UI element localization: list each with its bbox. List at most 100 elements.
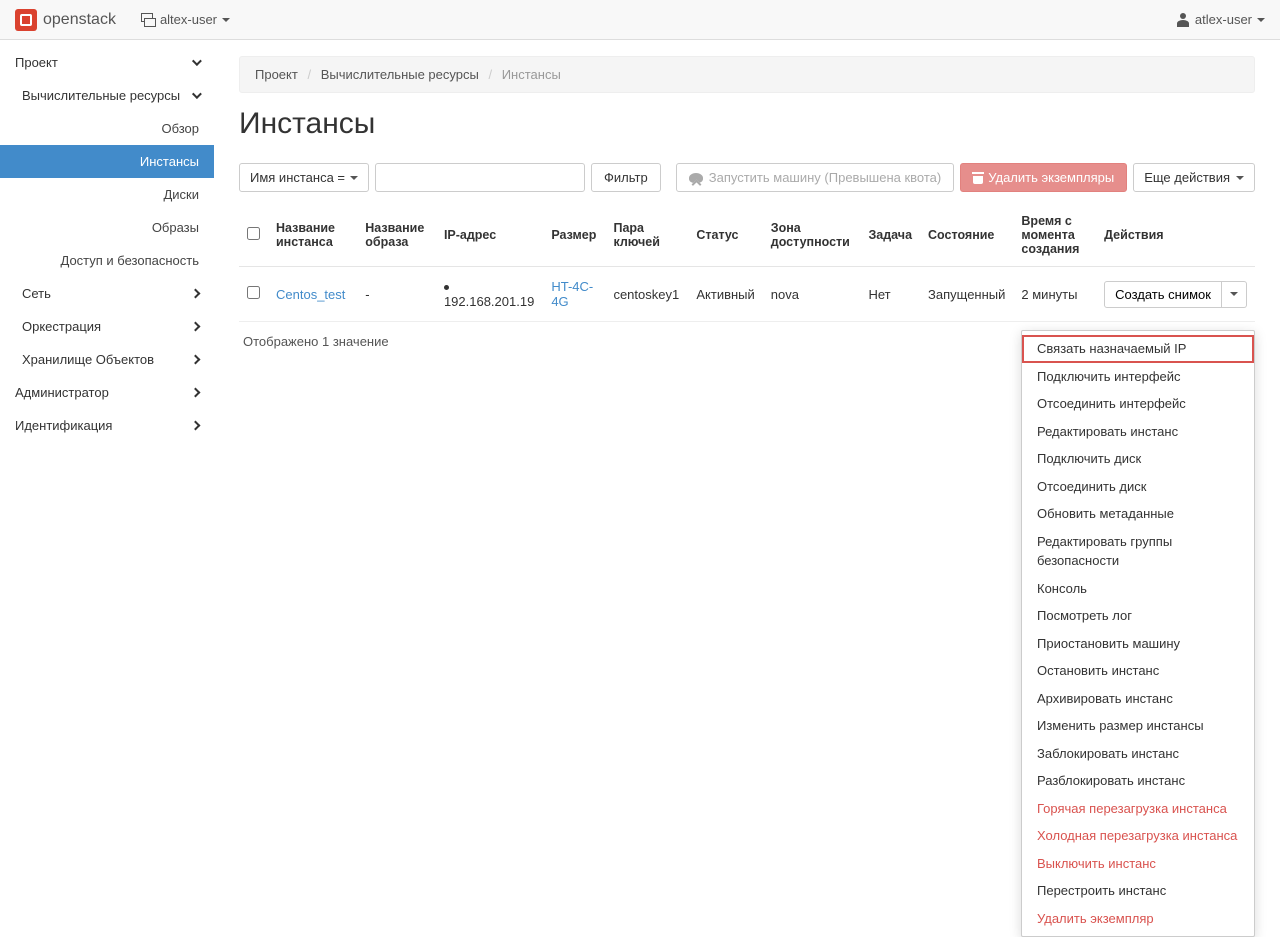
user-icon (1176, 13, 1190, 27)
dropdown-item[interactable]: Холодная перезагрузка инстанса (1022, 822, 1254, 850)
dropdown-item[interactable]: Заблокировать инстанс (1022, 740, 1254, 768)
caret-down-icon (1236, 176, 1244, 180)
chevron-right-icon (191, 421, 201, 431)
dropdown-item[interactable]: Отсоединить диск (1022, 473, 1254, 501)
brand-text: openstack (43, 11, 116, 29)
dropdown-item[interactable]: Редактировать инстанс (1022, 418, 1254, 446)
row-action-group: Создать снимок (1104, 281, 1247, 308)
openstack-logo-icon (15, 9, 37, 31)
sidebar-label: Обзор (161, 121, 199, 136)
project-selector[interactable]: altex-user (141, 12, 230, 27)
dropdown-item[interactable]: Горячая перезагрузка инстанса (1022, 795, 1254, 823)
th-keypair: Пара ключей (605, 204, 688, 267)
row-actions-dropdown: Связать назначаемый IPПодключить интерфе… (1021, 330, 1255, 937)
sidebar-label: Инстансы (140, 154, 199, 169)
sidebar-label: Администратор (15, 385, 109, 400)
chevron-right-icon (191, 355, 201, 365)
sidebar-item-images[interactable]: Образы (0, 211, 214, 244)
trash-icon (973, 172, 983, 184)
sidebar-item-network[interactable]: Сеть (0, 277, 214, 310)
th-uptime: Время с момента создания (1013, 204, 1096, 267)
sidebar-item-volumes[interactable]: Диски (0, 178, 214, 211)
sidebar-label: Образы (152, 220, 199, 235)
breadcrumb-item[interactable]: Вычислительные ресурсы (321, 67, 479, 82)
chevron-right-icon (191, 322, 201, 332)
filter-button[interactable]: Фильтр (591, 163, 661, 192)
th-image: Название образа (357, 204, 436, 267)
dropdown-item[interactable]: Остановить инстанс (1022, 657, 1254, 685)
dropdown-item[interactable]: Выключить инстанс (1022, 850, 1254, 878)
dropdown-item[interactable]: Подключить интерфейс (1022, 363, 1254, 391)
breadcrumb-current: Инстансы (502, 67, 561, 82)
logo[interactable]: openstack (15, 9, 116, 31)
caret-down-icon (1230, 292, 1238, 296)
more-actions-button[interactable]: Еще действия (1133, 163, 1255, 192)
cell-status: Активный (688, 267, 762, 322)
th-status: Статус (688, 204, 762, 267)
breadcrumb: Проект / Вычислительные ресурсы / Инстан… (239, 56, 1255, 93)
sidebar-item-project[interactable]: Проект (0, 46, 214, 79)
cell-image: - (357, 267, 436, 322)
sidebar-item-compute[interactable]: Вычислительные ресурсы (0, 79, 214, 112)
sidebar-item-instances[interactable]: Инстансы (0, 145, 214, 178)
sidebar-item-overview[interactable]: Обзор (0, 112, 214, 145)
dropdown-item[interactable]: Разблокировать инстанс (1022, 767, 1254, 795)
sidebar-label: Вычислительные ресурсы (22, 88, 180, 103)
size-link[interactable]: HT-4C-4G (551, 279, 593, 309)
dropdown-item[interactable]: Изменить размер инстансы (1022, 712, 1254, 740)
sidebar-item-identity[interactable]: Идентификация (0, 409, 214, 442)
instance-name-link[interactable]: Centos_test (276, 287, 345, 302)
breadcrumb-item[interactable]: Проект (255, 67, 298, 82)
row-action-caret[interactable] (1222, 281, 1247, 308)
sidebar-label: Доступ и безопасность (61, 253, 200, 268)
bullet-icon (444, 285, 449, 290)
cell-ip: 192.168.201.19 (436, 267, 543, 322)
row-checkbox[interactable] (247, 286, 260, 299)
dropdown-item[interactable]: Архивировать инстанс (1022, 685, 1254, 713)
dropdown-item[interactable]: Связать назначаемый IP (1022, 335, 1254, 363)
caret-down-icon (350, 176, 358, 180)
delete-instances-button[interactable]: Удалить экземпляры (960, 163, 1127, 192)
sidebar-item-object-store[interactable]: Хранилище Объектов (0, 343, 214, 376)
chevron-down-icon (192, 56, 202, 66)
create-snapshot-button[interactable]: Создать снимок (1104, 281, 1222, 308)
dropdown-item[interactable]: Консоль (1022, 575, 1254, 603)
th-zone: Зона доступности (763, 204, 861, 267)
filter-input[interactable] (375, 163, 585, 192)
th-task: Задача (860, 204, 920, 267)
dropdown-item[interactable]: Приостановить машину (1022, 630, 1254, 658)
th-name: Название инстанса (268, 204, 357, 267)
sidebar-label: Проект (15, 55, 58, 70)
launch-instance-button: Запустить машину (Превышена квота) (676, 163, 955, 192)
dropdown-item[interactable]: Перестроить инстанс (1022, 877, 1254, 905)
caret-down-icon (1257, 18, 1265, 22)
dropdown-item[interactable]: Отсоединить интерфейс (1022, 390, 1254, 418)
th-actions: Действия (1096, 204, 1255, 267)
cloud-upload-icon (689, 173, 703, 183)
filter-field-label: Имя инстанса = (250, 170, 345, 185)
cell-uptime: 2 минуты (1013, 267, 1096, 322)
sidebar-label: Идентификация (15, 418, 112, 433)
th-power: Состояние (920, 204, 1013, 267)
dropdown-item[interactable]: Редактировать группы безопасности (1022, 528, 1254, 575)
sidebar-item-admin[interactable]: Администратор (0, 376, 214, 409)
cell-task: Нет (860, 267, 920, 322)
dropdown-item[interactable]: Посмотреть лог (1022, 602, 1254, 630)
chevron-right-icon (191, 289, 201, 299)
dropdown-item[interactable]: Подключить диск (1022, 445, 1254, 473)
dropdown-item[interactable]: Обновить метаданные (1022, 500, 1254, 528)
th-size: Размер (543, 204, 605, 267)
sidebar-item-access-security[interactable]: Доступ и безопасность (0, 244, 214, 277)
chevron-down-icon (192, 89, 202, 99)
delete-label: Удалить экземпляры (988, 170, 1114, 185)
user-menu[interactable]: atlex-user (1176, 12, 1265, 27)
filter-field-selector[interactable]: Имя инстанса = (239, 163, 369, 192)
sidebar-item-orchestration[interactable]: Оркестрация (0, 310, 214, 343)
cell-power: Запущенный (920, 267, 1013, 322)
th-ip: IP-адрес (436, 204, 543, 267)
dropdown-item[interactable]: Удалить экземпляр (1022, 905, 1254, 933)
select-all-checkbox[interactable] (247, 227, 260, 240)
page-title: Инстансы (239, 107, 1255, 141)
caret-down-icon (222, 18, 230, 22)
launch-label: Запустить машину (Превышена квота) (709, 170, 942, 185)
